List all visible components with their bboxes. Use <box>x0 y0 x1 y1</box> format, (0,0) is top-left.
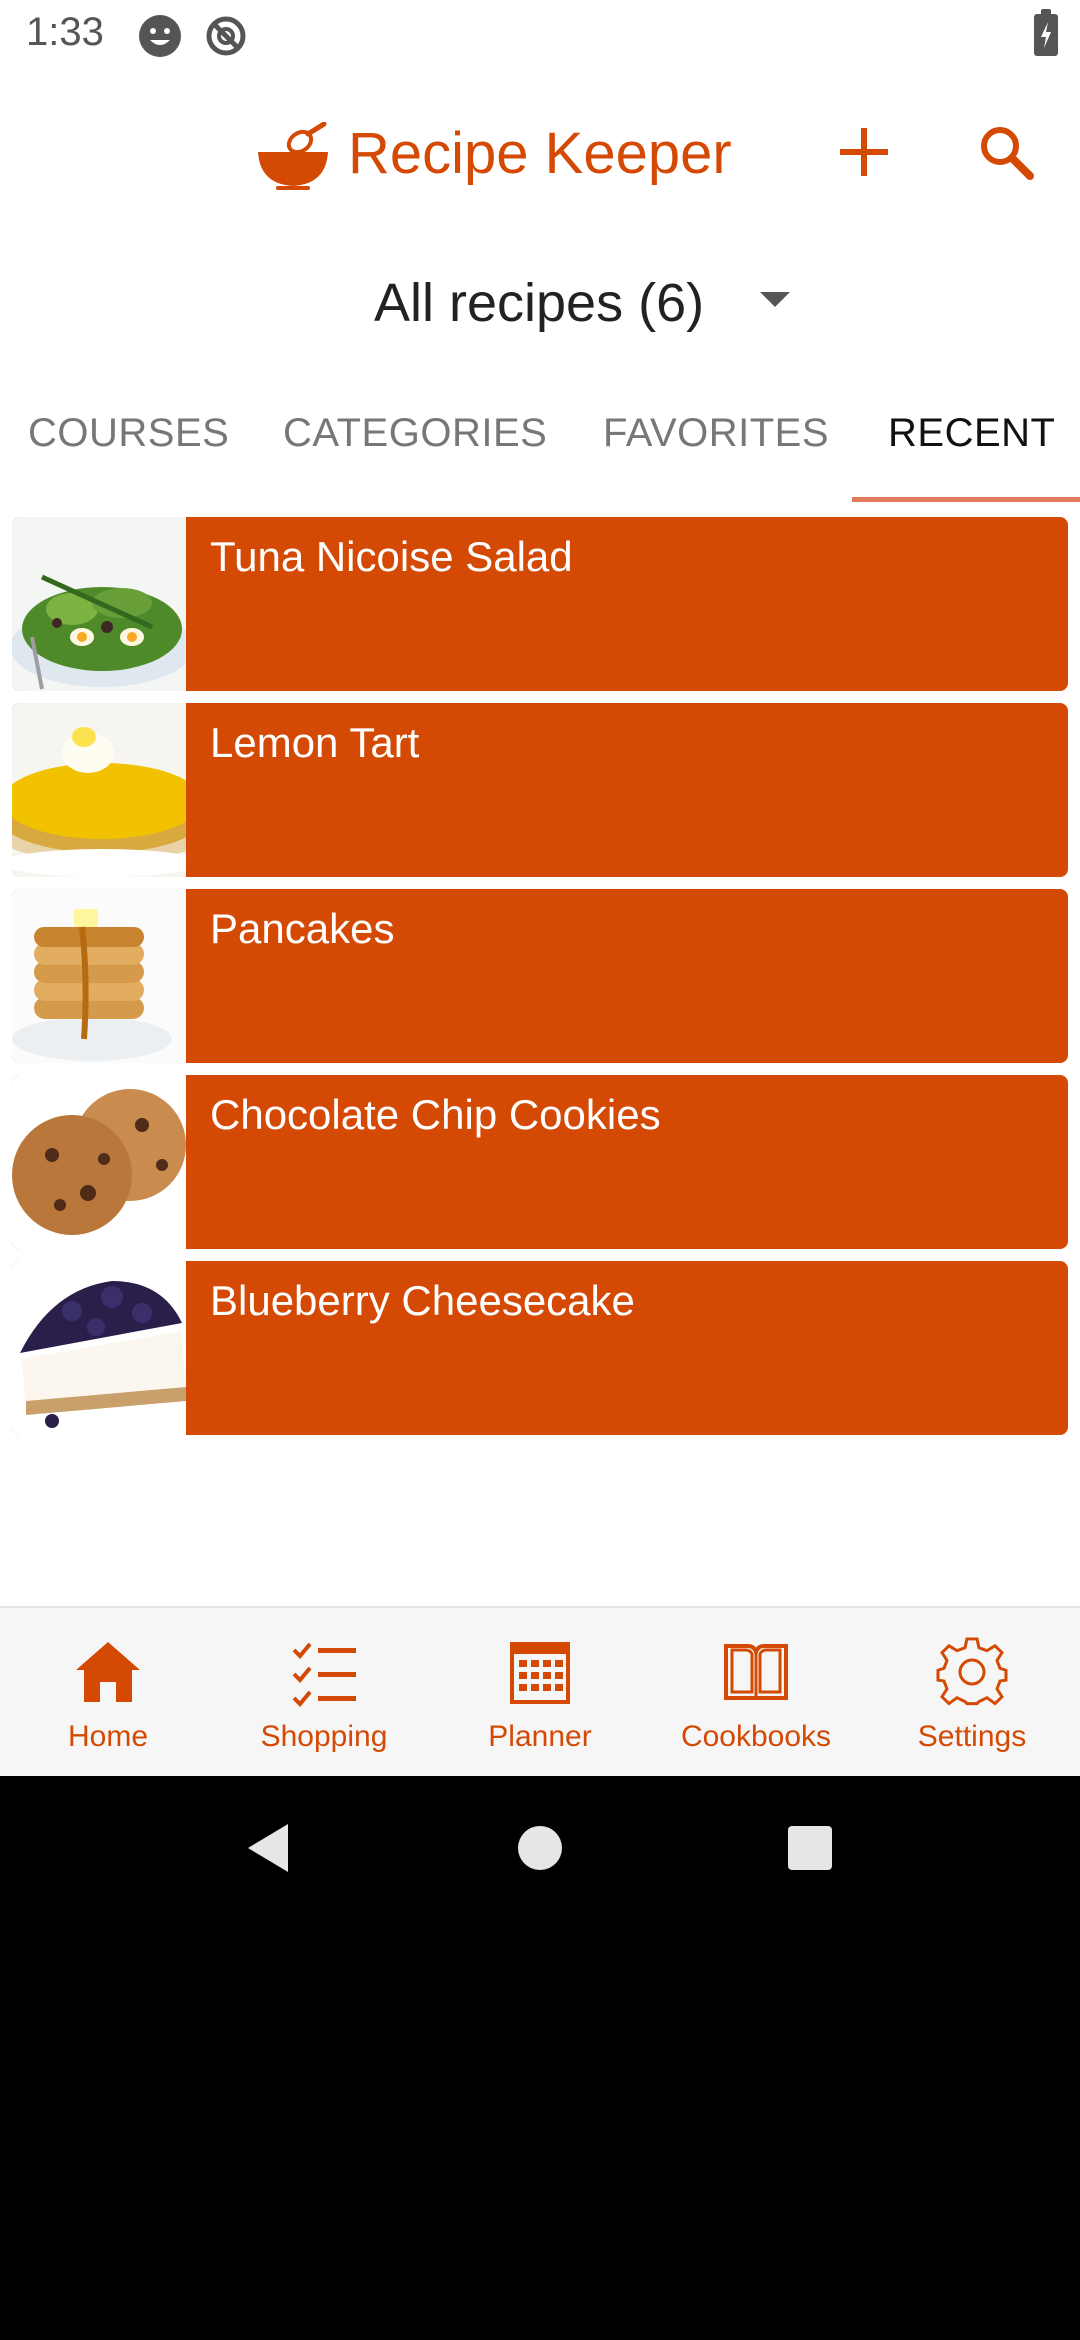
nav-settings[interactable]: Settings <box>864 1608 1080 1778</box>
back-icon[interactable] <box>240 1820 296 1876</box>
tab-recent[interactable]: RECENT <box>888 411 1055 456</box>
recipe-name: Chocolate Chip Cookies <box>210 1091 661 1138</box>
search-button[interactable] <box>976 122 1036 182</box>
recipe-row-lemon-tart[interactable]: Lemon Tart <box>12 703 1068 877</box>
mixing-bowl-icon <box>258 122 328 190</box>
nav-label: Cookbooks <box>680 1720 832 1753</box>
active-tab-indicator <box>852 497 1080 502</box>
tab-bar: COURSES CATEGORIES FAVORITES RECENT <box>0 395 1080 505</box>
recipe-name: Lemon Tart <box>210 719 420 766</box>
nav-planner[interactable]: Planner <box>432 1608 648 1778</box>
checklist-icon <box>292 1642 356 1707</box>
tab-courses[interactable]: COURSES <box>28 411 229 456</box>
nav-label: Home <box>67 1720 149 1753</box>
calendar-icon <box>510 1642 570 1704</box>
status-bar: 1:33 <box>0 0 1080 72</box>
nav-shopping[interactable]: Shopping <box>216 1608 432 1778</box>
tab-categories[interactable]: CATEGORIES <box>283 411 547 456</box>
recipe-name: Blueberry Cheesecake <box>210 1277 635 1324</box>
recipe-row-tuna-nicoise-salad[interactable]: Tuna Nicoise Salad <box>12 517 1068 691</box>
add-recipe-button[interactable] <box>836 124 892 180</box>
home-icon <box>76 1642 140 1702</box>
app-screen: 1:33 Recipe Keeper All recipes (6) COURS… <box>0 0 1080 1776</box>
nav-label: Settings <box>917 1720 1027 1753</box>
nav-cookbooks[interactable]: Cookbooks <box>648 1608 864 1778</box>
battery-icon <box>1034 9 1058 56</box>
recipe-row-chocolate-chip-cookies[interactable]: Chocolate Chip Cookies <box>12 1075 1068 1249</box>
dropdown-arrow-icon <box>760 292 790 307</box>
recipe-row-blueberry-cheesecake[interactable]: Blueberry Cheesecake <box>12 1261 1068 1435</box>
cheesecake-image <box>12 1261 186 1435</box>
status-time: 1:33 <box>26 10 104 54</box>
app-bar: Recipe Keeper <box>0 100 1080 220</box>
face-icon <box>139 15 181 57</box>
nav-label: Planner <box>488 1720 592 1753</box>
recipe-filter-dropdown[interactable]: All recipes (6) <box>0 262 1080 342</box>
app-title: Recipe Keeper <box>348 121 732 186</box>
bottom-navigation: Home Shopping Planner Cookbooks Settings <box>0 1606 1080 1776</box>
recents-square-icon[interactable] <box>782 1820 838 1876</box>
recipe-name: Pancakes <box>210 905 395 952</box>
recipe-row-pancakes[interactable]: Pancakes <box>12 889 1068 1063</box>
cookies-image <box>12 1075 186 1249</box>
lemon-tart-image <box>12 703 186 877</box>
gear-icon <box>936 1637 1008 1706</box>
recipe-name: Tuna Nicoise Salad <box>210 533 573 580</box>
filter-label: All recipes (6) <box>374 273 705 333</box>
salad-image <box>12 517 186 691</box>
book-icon <box>724 1644 788 1700</box>
sync-off-icon <box>206 16 246 56</box>
home-circle-icon[interactable] <box>512 1820 568 1876</box>
pancakes-image <box>12 889 186 1063</box>
system-navigation-bar <box>0 1776 1080 1916</box>
tab-favorites[interactable]: FAVORITES <box>603 411 829 456</box>
nav-label: Shopping <box>260 1720 388 1753</box>
nav-home[interactable]: Home <box>0 1608 216 1778</box>
